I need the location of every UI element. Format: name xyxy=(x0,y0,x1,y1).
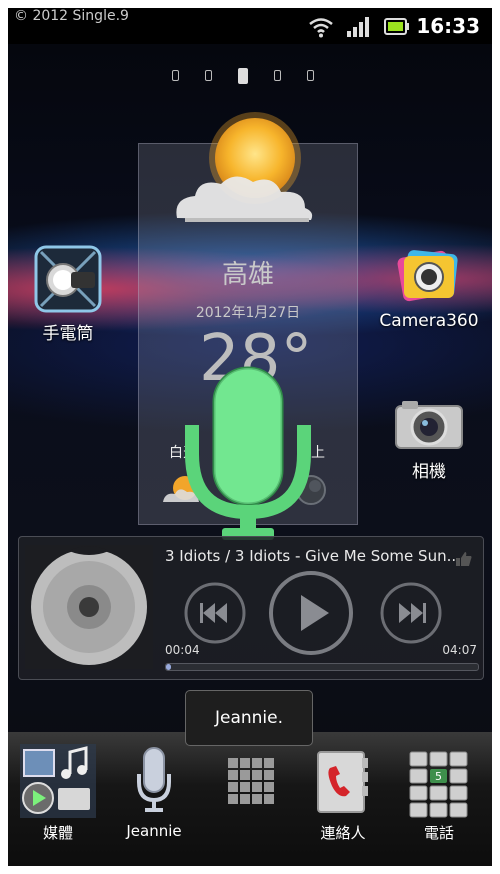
thumbs-up-icon[interactable] xyxy=(455,551,473,567)
app-camera360[interactable]: Camera360 xyxy=(374,244,484,331)
track-title: 3 Idiots / 3 Idiots - Give Me Some Sun..… xyxy=(165,547,455,565)
camera360-icon xyxy=(397,250,458,302)
app-flashlight[interactable]: 手電筒 xyxy=(26,244,110,344)
play-button[interactable] xyxy=(267,569,355,657)
dock-contacts-label: 連絡人 xyxy=(320,824,366,842)
media-icon xyxy=(20,744,96,818)
next-track-button[interactable] xyxy=(379,581,443,645)
camera-icon xyxy=(395,401,463,449)
voice-microphone-overlay xyxy=(185,366,311,540)
signal-icon xyxy=(347,17,369,37)
flashlight-icon xyxy=(34,245,102,313)
app-camera[interactable]: 相機 xyxy=(384,398,474,482)
track-duration: 04:07 xyxy=(442,643,477,657)
seek-bar[interactable] xyxy=(165,663,479,671)
music-player-widget[interactable]: 3 Idiots / 3 Idiots - Give Me Some Sun..… xyxy=(18,536,484,680)
phone-screen: © 2012 Single.9 16:33 手電筒 Camera360 相機 高… xyxy=(8,8,492,866)
page-dot[interactable] xyxy=(205,70,212,81)
battery-icon xyxy=(384,18,409,35)
dock-media-label: 媒體 xyxy=(42,824,73,842)
weather-date: 2012年1月27日 xyxy=(195,305,301,321)
toast-message: Jeannie. xyxy=(185,690,313,746)
previous-track-button[interactable] xyxy=(183,581,247,645)
wifi-icon xyxy=(309,18,333,38)
dialer-icon: 5 xyxy=(409,751,468,818)
svg-text:5: 5 xyxy=(435,770,442,783)
page-dot[interactable] xyxy=(274,70,281,81)
app-drawer-icon xyxy=(228,758,274,804)
app-camera-label: 相機 xyxy=(412,462,446,482)
app-camera360-label: Camera360 xyxy=(379,311,479,331)
page-dot-active[interactable] xyxy=(238,68,248,84)
page-dot[interactable] xyxy=(307,70,314,81)
app-flashlight-label: 手電筒 xyxy=(42,324,94,344)
clock: 16:33 xyxy=(416,14,480,38)
contacts-icon xyxy=(317,751,368,813)
seek-bar-fill xyxy=(166,664,171,670)
album-art-disc-icon xyxy=(25,545,153,669)
status-bar: © 2012 Single.9 16:33 xyxy=(8,8,492,44)
elapsed-time: 00:04 xyxy=(165,643,200,657)
home-page-indicator xyxy=(172,66,314,85)
partly-cloudy-icon xyxy=(176,112,313,222)
screenshot-caption: © 2012 Single.9 xyxy=(14,8,129,24)
dock-jeannie-label: Jeannie xyxy=(126,822,182,840)
dock: 媒體 Jeannie 連絡人 5 電話 xyxy=(8,732,492,866)
weather-city: 高雄 xyxy=(221,260,274,290)
dock-phone-label: 電話 xyxy=(423,824,454,842)
page-dot[interactable] xyxy=(172,70,179,81)
microphone-icon xyxy=(137,747,171,812)
